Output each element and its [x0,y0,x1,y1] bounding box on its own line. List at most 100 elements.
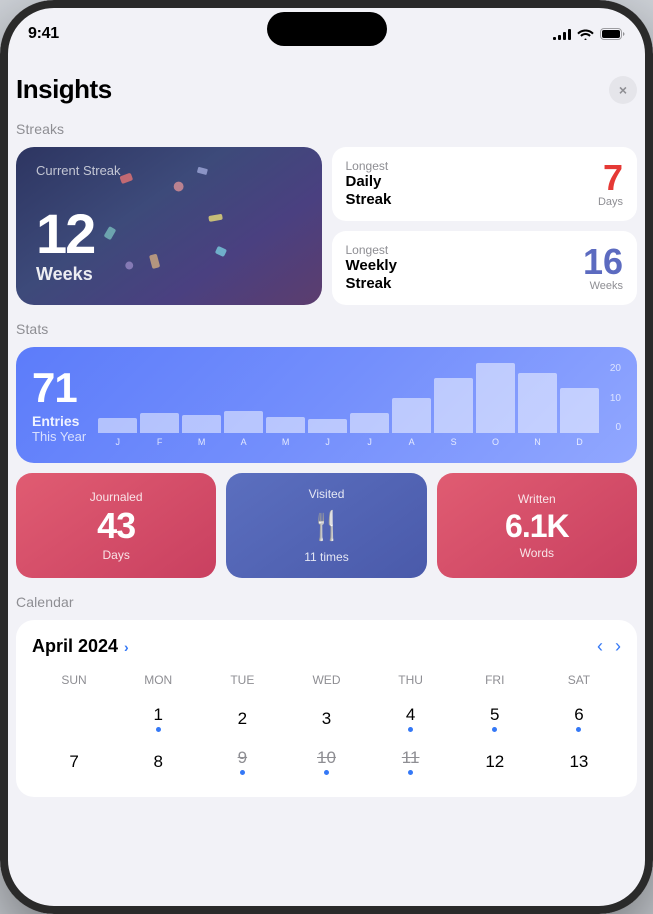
chart-y-label-20: 20 [610,363,621,374]
chart-bar [308,419,347,433]
calendar-month: April 2024 [32,636,118,657]
longest-weekly-title: Longest [346,243,397,257]
chart-x-label: J [350,437,389,447]
calendar-day[interactable]: 4 [369,699,453,738]
chart-y-label-10: 10 [610,393,621,404]
longest-weekly-card: Longest WeeklyStreak 16 Weeks [332,231,638,305]
calendar-day[interactable]: 8 [116,742,200,781]
weekday-tue: TUE [200,669,284,691]
stats-section: Stats 71 Entries This Year 20 10 0 [16,321,637,578]
chart-x-label: A [392,437,431,447]
weekday-thu: THU [369,669,453,691]
calendar-nav: ‹ › [597,636,621,657]
calendar-day[interactable]: 6 [537,699,621,738]
journaled-number: 43 [97,508,135,544]
weekday-fri: FRI [453,669,537,691]
calendar-day[interactable]: 9 [200,742,284,781]
chart-bars [98,363,621,433]
day-dot [408,770,413,775]
chart-bar [182,415,221,433]
chart-x-label: J [98,437,137,447]
close-icon: × [619,82,627,98]
stats-label: Stats [16,321,637,337]
longest-weekly-subtitle: WeeklyStreak [346,257,397,293]
calendar-grid: SUN MON TUE WED THU FRI SAT 1 [32,669,621,781]
chart-bar [224,411,263,433]
chart-bar [560,388,599,433]
calendar-next-button[interactable]: › [615,636,621,657]
entries-label: Entries [32,413,86,429]
calendar-day[interactable]: 5 [453,699,537,738]
calendar-day[interactable]: 13 [537,742,621,781]
chart-bar [350,413,389,433]
entries-number: 71 [32,367,86,409]
chart-x-label: M [266,437,305,447]
journaled-label-top: Journaled [90,490,143,504]
chart-bar [392,398,431,433]
status-time: 9:41 [28,25,59,43]
chart-x-label: S [434,437,473,447]
weekday-wed: WED [284,669,368,691]
battery-icon [600,28,625,40]
chart-x-label: N [518,437,557,447]
streaks-grid: Current Streak 12 Weeks Longest DailyStr… [16,147,637,305]
status-bar: 9:41 [0,0,653,54]
chart-bar [98,418,137,433]
journaled-subtitle: Days [102,548,129,562]
chart-x-label: D [560,437,599,447]
weekday-mon: MON [116,669,200,691]
day-dot [324,770,329,775]
current-streak-title: Current Streak [36,163,121,178]
chart-bar [140,413,179,433]
longest-daily-unit: Days [598,196,623,208]
longest-daily-title: Longest [346,159,392,173]
chart-bar [434,378,473,433]
calendar-weekdays: SUN MON TUE WED THU FRI SAT [32,669,621,691]
written-number: 6.1K [505,510,569,542]
chart-x-label: O [476,437,515,447]
calendar-days: 1 2 3 4 5 6 7 8 9 10 11 12 13 [32,699,621,781]
content-scroll[interactable]: Insights × Streaks [0,54,653,914]
current-streak-card: Current Streak 12 Weeks [16,147,322,305]
chart-area: 20 10 0 JFMAMJJASOND [98,363,621,447]
calendar-day[interactable]: 12 [453,742,537,781]
weekday-sun: SUN [32,669,116,691]
screen: Insights × Streaks [0,54,653,914]
calendar-day[interactable]: 3 [284,699,368,738]
chart-y-labels: 20 10 0 [610,363,621,447]
calendar-day[interactable]: 10 [284,742,368,781]
longest-daily-card: Longest DailyStreak 7 Days [332,147,638,221]
mini-stats-grid: Journaled 43 Days Visited 🍴 11 times Wri… [16,473,637,578]
calendar-day[interactable]: 11 [369,742,453,781]
longest-daily-value: 7 [603,157,623,198]
phone-frame: 9:41 Insights [0,0,653,914]
calendar-section: Calendar April 2024 › ‹ › [16,594,637,797]
written-label-top: Written [518,492,556,506]
longest-weekly-label: Longest WeeklyStreak [346,243,397,293]
chart-x-label: A [224,437,263,447]
entries-left: 71 Entries This Year [32,363,86,447]
longest-daily-label: Longest DailyStreak [346,159,392,209]
day-dot [492,727,497,732]
calendar-day[interactable]: 2 [200,699,284,738]
calendar-prev-button[interactable]: ‹ [597,636,603,657]
day-dot [240,770,245,775]
visited-label-top: Visited [309,487,345,501]
day-dot [576,727,581,732]
page-title: Insights [16,74,112,105]
calendar-day[interactable]: 1 [116,699,200,738]
visited-subtitle: 11 times [304,550,348,564]
chart-x-labels: JFMAMJJASOND [98,437,621,447]
calendar-forward-chevron[interactable]: › [124,639,129,655]
chart-x-label: J [308,437,347,447]
calendar-day[interactable] [32,699,116,738]
chart-x-label: F [140,437,179,447]
header: Insights × [16,70,637,105]
close-button[interactable]: × [609,76,637,104]
calendar-day[interactable]: 7 [32,742,116,781]
restaurant-icon: 🍴 [309,509,344,542]
weekday-sat: SAT [537,669,621,691]
dynamic-island [267,12,387,46]
status-icons [553,28,625,40]
entries-card: 71 Entries This Year 20 10 0 JFMAM [16,347,637,463]
